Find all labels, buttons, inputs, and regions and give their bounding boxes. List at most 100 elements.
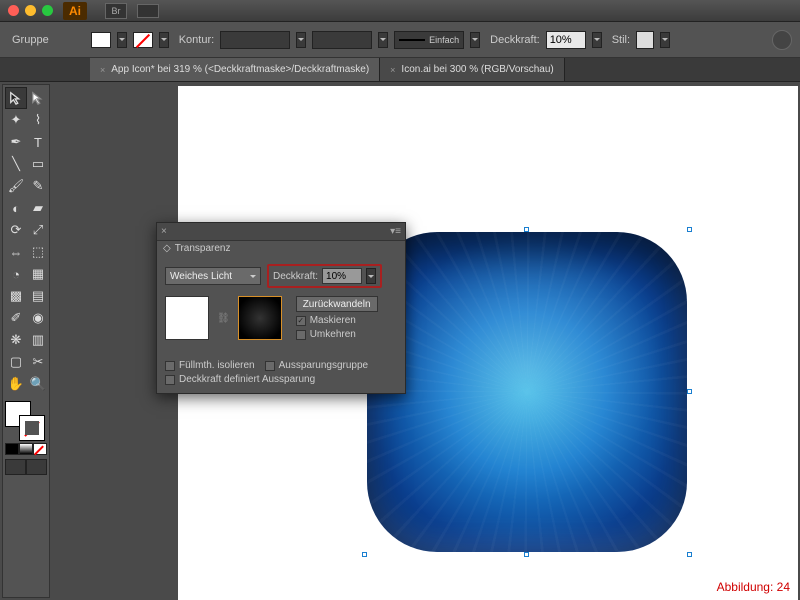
zoom-window-icon[interactable] [42,5,53,16]
doc-tab-label: Icon.ai bei 300 % (RGB/Vorschau) [401,64,553,75]
isolate-blending-checkbox[interactable]: Füllmth. isolieren [165,360,255,371]
pencil-tool[interactable]: ✎ [27,175,49,197]
fill-dropdown[interactable] [117,32,127,48]
link-mask-icon[interactable]: ⛓ [217,313,230,324]
invert-checkbox[interactable]: Umkehren [296,329,378,340]
selection-tool[interactable] [5,87,27,109]
artwork-thumbnail[interactable] [165,296,209,340]
direct-selection-tool[interactable] [27,87,49,109]
close-tab-icon[interactable]: × [100,65,105,75]
rectangle-tool[interactable]: ▭ [27,153,49,175]
doc-tab-app-icon[interactable]: × App Icon* bei 319 % (<Deckkraftmaske>/… [90,58,380,81]
handle-icon[interactable] [687,552,692,557]
app-icon-artwork[interactable] [367,232,687,552]
hand-tool[interactable]: ✋ [5,373,27,395]
close-tab-icon[interactable]: × [390,65,395,75]
blob-brush-tool[interactable]: ◐ [5,197,27,219]
handle-icon[interactable] [362,552,367,557]
gradient-mode[interactable] [19,443,33,455]
opacity-label: Deckkraft: [490,34,540,46]
canvas[interactable]: × ▾≡ ◇ Transparenz Weiches Licht Deckkra… [52,82,800,600]
rotate-tool[interactable]: ⟳ [5,219,27,241]
brush-dropdown[interactable] [378,32,388,48]
lasso-tool[interactable]: ⌇ [27,109,49,131]
scale-tool[interactable]: ⤢ [27,219,49,241]
column-graph-tool[interactable]: ▥ [27,329,49,351]
style-label: Stil: [612,34,630,46]
transparency-panel: × ▾≡ ◇ Transparenz Weiches Licht Deckkra… [156,222,406,394]
doc-tab-icon-ai[interactable]: × Icon.ai bei 300 % (RGB/Vorschau) [380,58,565,81]
perspective-grid-tool[interactable]: ▦ [27,263,49,285]
figure-caption: Abbildung: 24 [717,580,790,594]
toolbox: ✦ ⌇ ✒ T ╲ ▭ 🖌 ✎ ◐ ▰ ⟳ ⤢ ⇔ ⬚ ◔ ▦ ▩ ▤ ✐ ◉ … [2,84,50,598]
artboard-tool[interactable]: ▢ [5,351,27,373]
bridge-icon[interactable]: Br [105,3,127,19]
symbol-sprayer-tool[interactable]: ❋ [5,329,27,351]
brush-definition[interactable] [312,31,372,49]
opacity-label: Deckkraft: [273,271,318,282]
opacity-dropdown-icon[interactable] [366,268,376,284]
gradient-tool[interactable]: ▤ [27,285,49,307]
opacity-defines-knockout-checkbox[interactable]: Deckkraft definiert Aussparung [165,374,397,385]
handle-icon[interactable] [524,552,529,557]
close-panel-icon[interactable]: × [161,226,167,237]
opacity-input[interactable]: 10% [546,31,586,49]
fill-swatch[interactable] [91,32,111,48]
none-mode[interactable] [33,443,47,455]
doc-tab-label: App Icon* bei 319 % (<Deckkraftmaske>/De… [111,64,369,75]
stroke-weight-dropdown[interactable] [296,32,306,48]
stroke-color-swatch[interactable] [19,415,45,441]
free-transform-tool[interactable]: ⬚ [27,241,49,263]
fill-stroke-control[interactable] [5,401,45,441]
control-bar: Gruppe Kontur: Einfach Deckkraft: 10% St… [0,22,800,58]
graphic-style-swatch[interactable] [636,31,654,49]
blend-tool[interactable]: ◉ [27,307,49,329]
stroke-profile-dropdown[interactable] [470,32,480,48]
shape-builder-tool[interactable]: ◔ [5,263,27,285]
document-tabs: × App Icon* bei 319 % (<Deckkraftmaske>/… [0,58,800,82]
handle-icon[interactable] [687,389,692,394]
solid-color-mode[interactable] [5,443,19,455]
stroke-weight-input[interactable] [220,31,290,49]
eraser-tool[interactable]: ▰ [27,197,49,219]
window-controls [8,5,53,16]
app-logo: Ai [63,2,87,20]
handle-icon[interactable] [687,227,692,232]
panel-header[interactable]: × ▾≡ [157,223,405,241]
panel-options-icon[interactable] [772,30,792,50]
layout-picker-icon[interactable] [137,4,159,18]
opacity-dropdown[interactable] [592,32,602,48]
panel-tab-transparency[interactable]: ◇ Transparenz [157,241,405,256]
blend-mode-select[interactable]: Weiches Licht [165,267,261,285]
zoom-tool[interactable]: 🔍 [27,373,49,395]
minimize-window-icon[interactable] [25,5,36,16]
mask-thumbnail[interactable] [238,296,282,340]
slice-tool[interactable]: ✂ [27,351,49,373]
stroke-swatch[interactable] [133,32,153,48]
close-window-icon[interactable] [8,5,19,16]
panel-menu-icon[interactable]: ▾≡ [390,226,401,237]
stroke-dropdown[interactable] [159,32,169,48]
mask-checkbox[interactable]: ✓Maskieren [296,315,378,326]
normal-screen-mode[interactable] [5,459,26,475]
stroke-profile[interactable]: Einfach [394,31,464,49]
handle-icon[interactable] [524,227,529,232]
color-mode-row [5,443,47,455]
line-tool[interactable]: ╲ [5,153,27,175]
magic-wand-tool[interactable]: ✦ [5,109,27,131]
knockout-group-checkbox[interactable]: Aussparungsgruppe [265,360,369,371]
eyedropper-tool[interactable]: ✐ [5,307,27,329]
pen-tool[interactable]: ✒ [5,131,27,153]
width-tool[interactable]: ⇔ [5,241,27,263]
screen-mode-row [5,459,47,475]
revert-mask-button[interactable]: Zurückwandeln [296,296,378,312]
panel-tab-diamond-icon: ◇ [163,243,171,254]
opacity-input[interactable]: 10% [322,268,362,284]
selection-bounding-box [365,230,689,554]
mesh-tool[interactable]: ▩ [5,285,27,307]
graphic-style-dropdown[interactable] [660,32,670,48]
paintbrush-tool[interactable]: 🖌 [5,175,27,197]
full-screen-mode[interactable] [26,459,47,475]
workspace: ✦ ⌇ ✒ T ╲ ▭ 🖌 ✎ ◐ ▰ ⟳ ⤢ ⇔ ⬚ ◔ ▦ ▩ ▤ ✐ ◉ … [0,82,800,600]
type-tool[interactable]: T [27,131,49,153]
